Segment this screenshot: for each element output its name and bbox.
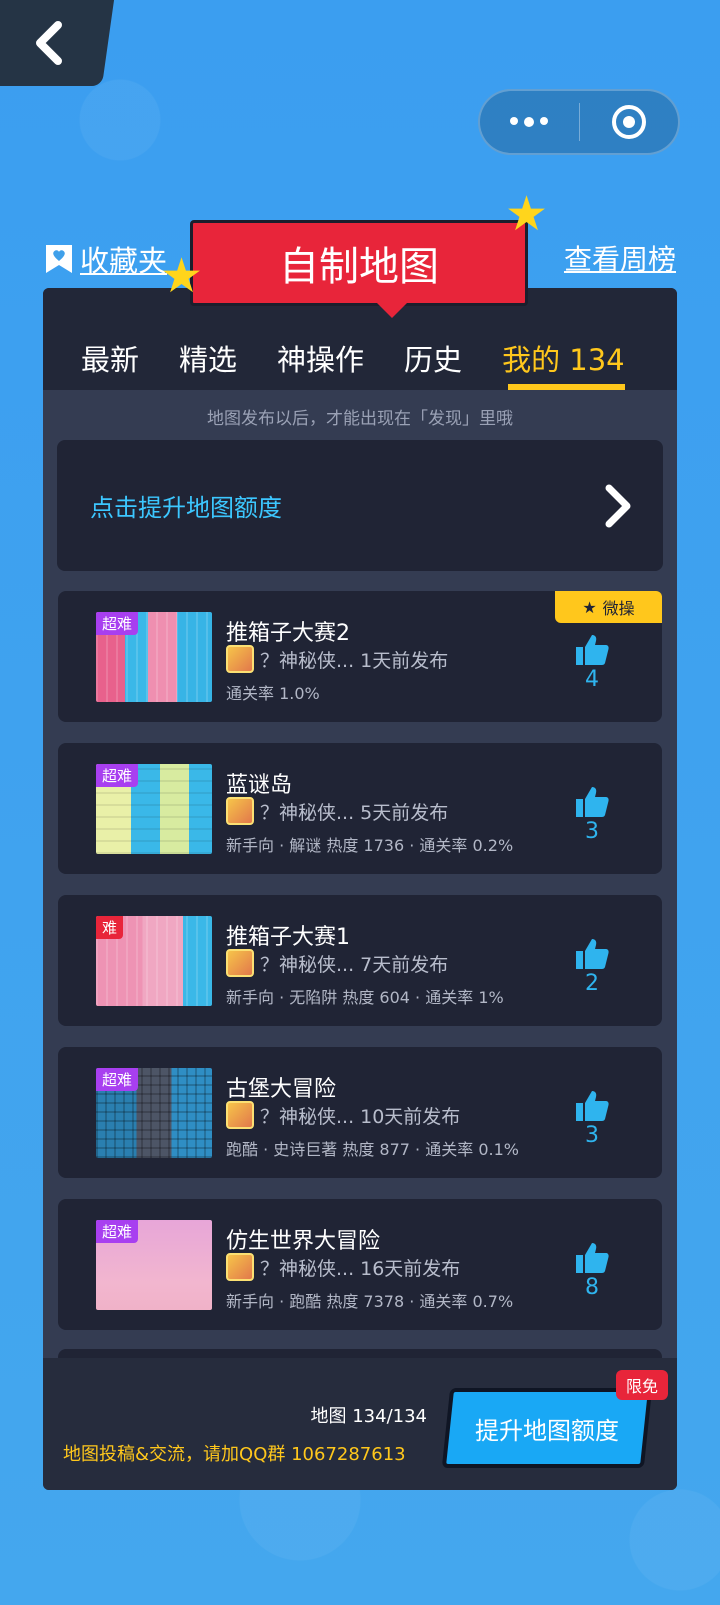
map-thumbnail: 超难	[96, 612, 212, 702]
banner-tail	[376, 302, 408, 318]
author-name: ？神秘侠...	[260, 953, 355, 976]
favorites-label: 收藏夹	[80, 244, 168, 278]
back-button[interactable]	[0, 0, 115, 86]
weekly-ranking-link[interactable]: 查看周榜	[564, 238, 676, 278]
thumbs-up-icon	[576, 939, 609, 969]
map-author: ？神秘侠... 5天前发布	[226, 797, 448, 825]
difficulty-badge: 超难	[96, 764, 139, 787]
tab-latest[interactable]: 最新	[81, 288, 139, 390]
more-button[interactable]	[480, 91, 579, 153]
map-title: 推箱子大赛2	[226, 621, 350, 646]
chevron-left-icon	[36, 21, 62, 65]
like-counter[interactable]: 3	[570, 1089, 614, 1148]
map-author: ？神秘侠... 10天前发布	[226, 1101, 460, 1129]
bookmark-heart-icon	[46, 245, 72, 273]
map-title: 古堡大冒险	[226, 1077, 337, 1102]
thumbs-up-icon	[576, 787, 609, 817]
publish-time: 7天前发布	[360, 953, 449, 976]
avatar	[226, 949, 254, 977]
avatar	[226, 1253, 254, 1281]
difficulty-badge: 难	[96, 916, 124, 939]
author-name: ？神秘侠...	[260, 1105, 355, 1128]
boost-quota-label: 点击提升地图额度	[90, 494, 282, 522]
like-counter[interactable]: 4	[570, 633, 614, 692]
favorites-link[interactable]: 收藏夹	[44, 238, 167, 280]
difficulty-badge: 超难	[96, 1068, 139, 1091]
map-count: 地图 134/134	[310, 1406, 428, 1427]
boost-quota-button[interactable]: 提升地图额度	[441, 1388, 653, 1468]
thumbs-up-icon	[576, 1243, 609, 1273]
star-icon: ★	[582, 597, 597, 617]
map-list: 超难 推箱子大赛2 ？神秘侠... 1天前发布 通关率 1.0% ★ 微操 4	[58, 591, 662, 1351]
page-title: 自制地图	[190, 220, 528, 306]
avatar	[226, 797, 254, 825]
like-counter[interactable]: 2	[570, 937, 614, 996]
map-meta: 新手向 · 跑酷 热度 7378 · 通关率 0.7%	[226, 1292, 514, 1311]
author-name: ？神秘侠...	[260, 649, 355, 672]
qq-group-info: 地图投稿&交流，请加QQ群 1067287613	[63, 1444, 406, 1465]
avatar	[226, 1101, 254, 1129]
map-meta: 通关率 1.0%	[226, 684, 320, 703]
map-thumbnail: 超难	[96, 764, 212, 854]
map-thumbnail: 超难	[96, 1220, 212, 1310]
skill-tag-label: 微操	[602, 599, 635, 618]
panel-footer: 地图 134/134 地图投稿&交流，请加QQ群 1067287613 提升地图…	[43, 1358, 677, 1490]
map-card[interactable]: 难 推箱子大赛1 ？神秘侠... 7天前发布 新手向 · 无陷阱 热度 604 …	[58, 895, 662, 1026]
chevron-right-icon	[605, 484, 631, 527]
boost-quota-button-label: 提升地图额度	[475, 1416, 619, 1445]
map-card[interactable]: 超难 古堡大冒险 ？神秘侠... 10天前发布 跑酷 · 史诗巨著 热度 877…	[58, 1047, 662, 1178]
map-meta: 新手向 · 解谜 热度 1736 · 通关率 0.2%	[226, 836, 514, 855]
miniprogram-capsule	[478, 89, 680, 155]
like-count: 4	[585, 667, 599, 692]
publish-time: 16天前发布	[360, 1257, 461, 1280]
like-count: 3	[585, 1123, 599, 1148]
map-thumbnail: 难	[96, 916, 212, 1006]
difficulty-badge: 超难	[96, 1220, 139, 1243]
thumbs-up-icon	[576, 1091, 609, 1121]
map-panel: 最新 精选 神操作 历史 我的 134 地图发布以后，才能出现在「发现」里哦 点…	[43, 288, 677, 1490]
thumbs-up-icon	[576, 635, 609, 665]
avatar	[226, 645, 254, 673]
like-count: 3	[585, 819, 599, 844]
author-name: ？神秘侠...	[260, 801, 355, 824]
publish-time: 5天前发布	[360, 801, 449, 824]
like-counter[interactable]: 8	[570, 1241, 614, 1300]
skill-tag: ★ 微操	[555, 591, 662, 623]
map-title: 蓝谜岛	[226, 773, 293, 798]
map-card[interactable]: 超难 推箱子大赛2 ？神秘侠... 1天前发布 通关率 1.0% ★ 微操 4	[58, 591, 662, 722]
target-icon	[611, 105, 646, 139]
map-title: 推箱子大赛1	[226, 925, 350, 950]
free-badge: 限免	[616, 1370, 668, 1400]
star-icon: ★	[505, 186, 549, 242]
map-author: ？神秘侠... 16天前发布	[226, 1253, 460, 1281]
like-count: 2	[585, 971, 599, 996]
map-thumbnail: 超难	[96, 1068, 212, 1158]
map-card[interactable]: 超难 蓝谜岛 ？神秘侠... 5天前发布 新手向 · 解谜 热度 1736 · …	[58, 743, 662, 874]
map-author: ？神秘侠... 7天前发布	[226, 949, 448, 977]
publish-time: 1天前发布	[360, 649, 449, 672]
map-meta: 跑酷 · 史诗巨著 热度 877 · 通关率 0.1%	[226, 1140, 519, 1159]
close-miniprogram-button[interactable]	[580, 91, 679, 153]
like-count: 8	[585, 1275, 599, 1300]
publish-time: 10天前发布	[360, 1105, 461, 1128]
map-author: ？神秘侠... 1天前发布	[226, 645, 448, 673]
map-card[interactable]: 超难 仿生世界大冒险 ？神秘侠... 16天前发布 新手向 · 跑酷 热度 73…	[58, 1199, 662, 1330]
more-dots-icon	[510, 117, 549, 127]
boost-quota-row[interactable]: 点击提升地图额度	[57, 440, 663, 571]
map-title: 仿生世界大冒险	[226, 1229, 381, 1254]
author-name: ？神秘侠...	[260, 1257, 355, 1280]
difficulty-badge: 超难	[96, 612, 139, 635]
publish-hint: 地图发布以后，才能出现在「发现」里哦	[207, 409, 513, 429]
map-meta: 新手向 · 无陷阱 热度 604 · 通关率 1%	[226, 988, 504, 1007]
like-counter[interactable]: 3	[570, 785, 614, 844]
star-icon: ★	[160, 248, 204, 304]
